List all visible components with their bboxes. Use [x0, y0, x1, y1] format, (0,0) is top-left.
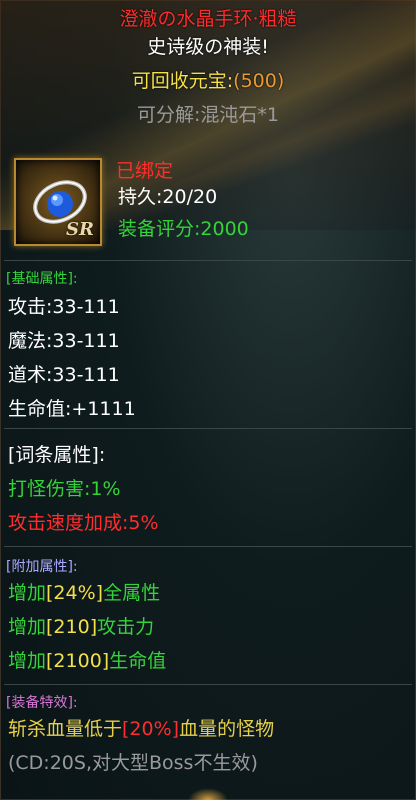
recycle-value: (500) — [233, 70, 285, 92]
item-grade: 史诗级の神装! — [147, 36, 269, 58]
affix-attack-speed: 攻击速度加成:5% — [8, 512, 159, 534]
effect-suffix: 血量的怪物 — [179, 718, 275, 740]
base-attr-header: [基础属性]: — [6, 271, 78, 287]
effect-line: 斩杀血量低于[20%]血量的怪物 — [8, 714, 274, 741]
extra-value: [24%] — [46, 582, 104, 604]
extra-value: [2100] — [46, 650, 110, 672]
extra-suffix: 生命值 — [109, 650, 167, 672]
effect-value: [20%] — [122, 718, 180, 740]
extra-prefix: 增加 — [8, 650, 47, 672]
divider — [4, 684, 412, 685]
extra-suffix: 攻击力 — [97, 616, 155, 638]
item-name: 澄澈の水晶手环·粗糙 — [119, 8, 297, 30]
recycle-line: 可回收元宝:(500) — [0, 66, 416, 93]
effect-header: [装备特效]: — [6, 695, 78, 711]
equip-score-text: 装备评分:2000 — [118, 218, 249, 240]
affix-monster-damage: 打怪伤害:1% — [8, 478, 121, 500]
extra-prefix: 增加 — [8, 582, 47, 604]
extra-suffix: 全属性 — [103, 582, 161, 604]
divider — [4, 546, 412, 547]
extra-attr-line: 增加[210]攻击力 — [8, 612, 154, 639]
extra-attr-line: 增加[2100]生命值 — [8, 646, 166, 673]
extra-attr-line: 增加[24%]全属性 — [8, 578, 160, 605]
base-attr-taoism: 道术:33-111 — [8, 364, 120, 386]
affix-header: [词条属性]: — [8, 444, 106, 466]
recycle-label: 可回收元宝: — [131, 70, 234, 92]
bottom-ornament — [188, 788, 228, 800]
effect-prefix: 斩杀血量低于 — [8, 718, 123, 740]
durability: 持久:20/20 — [118, 186, 218, 208]
bound-status: 已绑定 — [116, 160, 174, 182]
equip-score: 装备评分:2000 — [118, 214, 249, 241]
effect-cooldown: (CD:20S,对大型Boss不生效) — [8, 752, 258, 774]
rarity-badge: SR — [66, 219, 94, 240]
extra-attr-header: [附加属性]: — [6, 559, 78, 575]
item-icon: SR — [14, 158, 102, 246]
divider — [4, 260, 412, 261]
extra-prefix: 增加 — [8, 616, 47, 638]
base-attr-attack: 攻击:33-111 — [8, 296, 120, 318]
base-attr-hp: 生命值:+1111 — [8, 398, 136, 420]
extra-value: [210] — [46, 616, 98, 638]
decompose-line: 可分解:混沌石*1 — [137, 104, 279, 126]
base-attr-magic: 魔法:33-111 — [8, 330, 120, 352]
divider — [4, 428, 412, 429]
